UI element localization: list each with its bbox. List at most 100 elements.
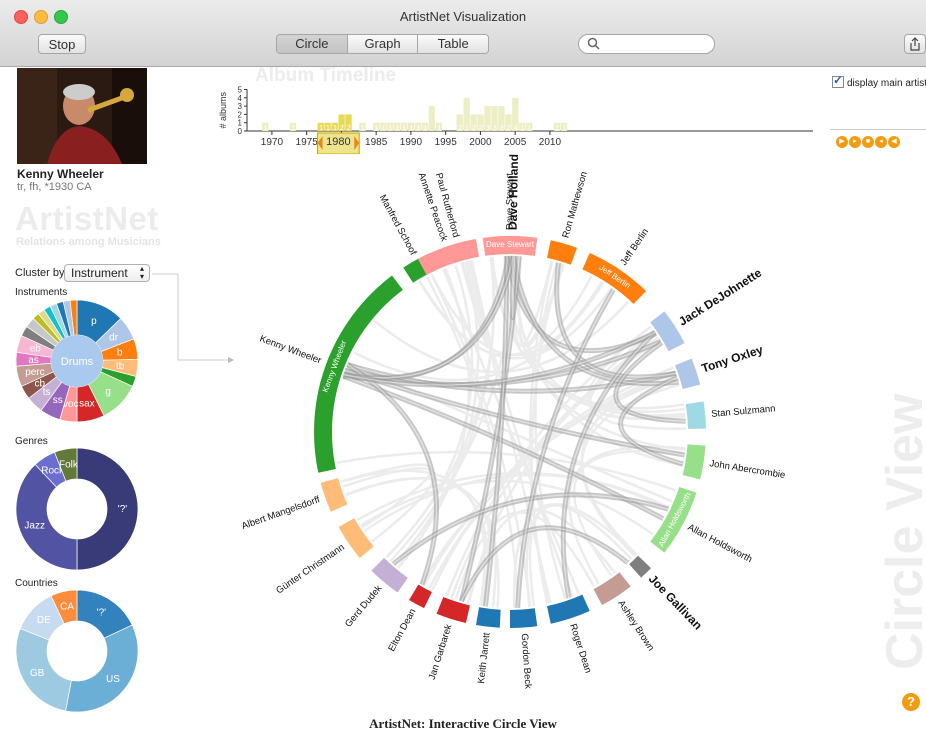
donut-label: cb (34, 378, 45, 389)
y-tick-label: 0 (238, 127, 243, 136)
tab-graph[interactable]: Graph (346, 35, 418, 53)
app-logo: ArtistNet (15, 200, 159, 237)
artist-name: Kenny Wheeler (17, 167, 104, 181)
tab-table[interactable]: Table (417, 35, 488, 53)
timeline-bar-label: 2 (340, 125, 344, 132)
x-tick-label: 1995 (435, 137, 458, 148)
donut-segment-US[interactable] (65, 624, 139, 713)
artist-label[interactable]: Manfred Schoof (377, 193, 419, 258)
donut-label: g (105, 386, 111, 397)
timeline-bar-label: 3 (493, 125, 497, 132)
artist-label[interactable]: Günter Christmann (274, 542, 346, 597)
step-back-icon[interactable]: ◂ (875, 136, 887, 148)
donut-label: Folk (59, 459, 79, 470)
y-tick-label: 5 (238, 86, 243, 95)
display-main-artist-checkbox[interactable] (832, 73, 844, 88)
circle-view[interactable]: Dave Holland Ron MathewsonJeff BerlinJack… (200, 150, 820, 715)
artist-arc[interactable] (547, 594, 590, 624)
display-main-artist-option[interactable]: display main artist (832, 73, 926, 89)
circle-view-watermark: Circle View (876, 393, 926, 670)
timeline-bar-label: 1 (423, 125, 427, 132)
artist-arc[interactable] (417, 238, 480, 275)
donut-label: dr (109, 332, 119, 343)
artist-arc[interactable] (682, 444, 706, 480)
x-tick-label: 2000 (469, 137, 492, 148)
artist-arc[interactable] (510, 608, 538, 628)
artist-label[interactable]: Elton Dean (386, 607, 418, 654)
instruments-title: Instruments (15, 287, 68, 298)
x-tick-label: 1990 (400, 137, 423, 148)
search-icon (587, 37, 600, 50)
artist-label[interactable]: Roger Dean (567, 622, 593, 674)
album-timeline[interactable]: 012345# albums19701975198019851990199520… (215, 66, 825, 154)
artist-arc[interactable] (629, 555, 651, 578)
donut-label: DE (37, 615, 51, 626)
window-title: ArtistNet Visualization (399, 9, 527, 24)
timeline-bar[interactable] (428, 106, 436, 131)
artist-label[interactable]: Albert Mangelsdorff (240, 494, 321, 532)
artist-arc[interactable] (409, 584, 432, 609)
timeline-bar-label: 1 (409, 125, 413, 132)
donut-label: perc (25, 367, 44, 378)
donut-label: b (117, 347, 123, 358)
timeline-bar-label: 1 (263, 125, 267, 132)
timeline-bar-label: 3 (500, 125, 504, 132)
stop-icon[interactable]: ■ (862, 136, 874, 148)
y-tick-label: 2 (238, 110, 243, 119)
cluster-by-select[interactable]: Instrument ▴ ▾ (64, 264, 150, 282)
genres-donut[interactable]: '?'JazzRockFolk (14, 446, 140, 572)
artist-arc[interactable] (436, 597, 470, 623)
donut-label: US (106, 674, 120, 685)
timeline-bar-label: 2 (479, 125, 483, 132)
artist-label[interactable]: Stan Sulzmann (711, 403, 776, 420)
timeline-bar-label: 1 (319, 125, 323, 132)
x-tick-label: 2010 (539, 137, 562, 148)
artist-label[interactable]: Jack DeJohnette (676, 265, 764, 328)
timeline-bar-label: 2 (472, 125, 476, 132)
share-icon (910, 37, 920, 51)
stop-button[interactable]: Stop (38, 34, 86, 54)
display-main-artist-label: display main artist (847, 78, 926, 89)
rewind-icon[interactable]: ◀ (888, 136, 900, 148)
donut-label: sax (79, 398, 95, 409)
search-field[interactable] (578, 34, 715, 54)
divider (830, 129, 926, 130)
artist-label[interactable]: Dave Stewart (505, 173, 516, 230)
stepper-arrows-icon: ▴ ▾ (139, 264, 144, 281)
play-icon[interactable]: ▶ (836, 136, 848, 148)
artist-arc[interactable] (320, 478, 348, 512)
artist-label[interactable]: Gordon Beck (519, 633, 534, 689)
timeline-bar-label: 1 (326, 125, 330, 132)
artist-label[interactable]: Kenny Wheeler (258, 333, 323, 366)
artist-label[interactable]: Ashley Brown (615, 598, 656, 653)
artist-label[interactable]: Tony Oxley (700, 342, 765, 375)
playback-controls: ▶ ▸ ■ ◂ ◀ (836, 136, 900, 148)
cluster-by-value: Instrument (71, 266, 128, 280)
donut-label: as (28, 355, 39, 366)
cluster-by-label: Cluster by (15, 267, 65, 279)
help-button[interactable]: ? (902, 693, 920, 711)
artist-label[interactable]: Joe Gallivan (646, 572, 705, 633)
timeline-bar-label: 1 (555, 125, 559, 132)
artist-label[interactable]: Allan Holdsworth (686, 522, 754, 565)
donut-segment-[interactable] (76, 447, 139, 571)
share-button[interactable] (904, 34, 926, 54)
donut-label: '?' (97, 608, 106, 619)
timeline-bar-label: 2 (507, 125, 511, 132)
tab-circle[interactable]: Circle (277, 35, 347, 53)
artist-label[interactable]: Gerd Dudek (343, 583, 385, 629)
donut-label: ss (53, 395, 63, 406)
artist-arc[interactable] (685, 401, 706, 429)
timeline-bar-label: 3 (486, 125, 490, 132)
artist-label[interactable]: John Abercrombie (709, 458, 786, 481)
arc-inner-label: Dave Stewart (486, 240, 535, 249)
countries-donut[interactable]: '?' US GB DE CA (14, 588, 140, 714)
artist-label[interactable]: Ron Mathewson (560, 170, 589, 239)
timeline-y-label: # albums (218, 91, 228, 128)
artist-label[interactable]: Jan Garbarek (427, 623, 455, 681)
artist-arc[interactable] (475, 607, 501, 628)
instruments-donut[interactable]: pdrbtbgsaxvocsstscbpercasebDrums (14, 298, 140, 424)
artist-label[interactable]: Jeff Berlin (618, 227, 651, 268)
artist-label[interactable]: Keith Jarrett (476, 632, 493, 684)
step-forward-icon[interactable]: ▸ (849, 136, 861, 148)
